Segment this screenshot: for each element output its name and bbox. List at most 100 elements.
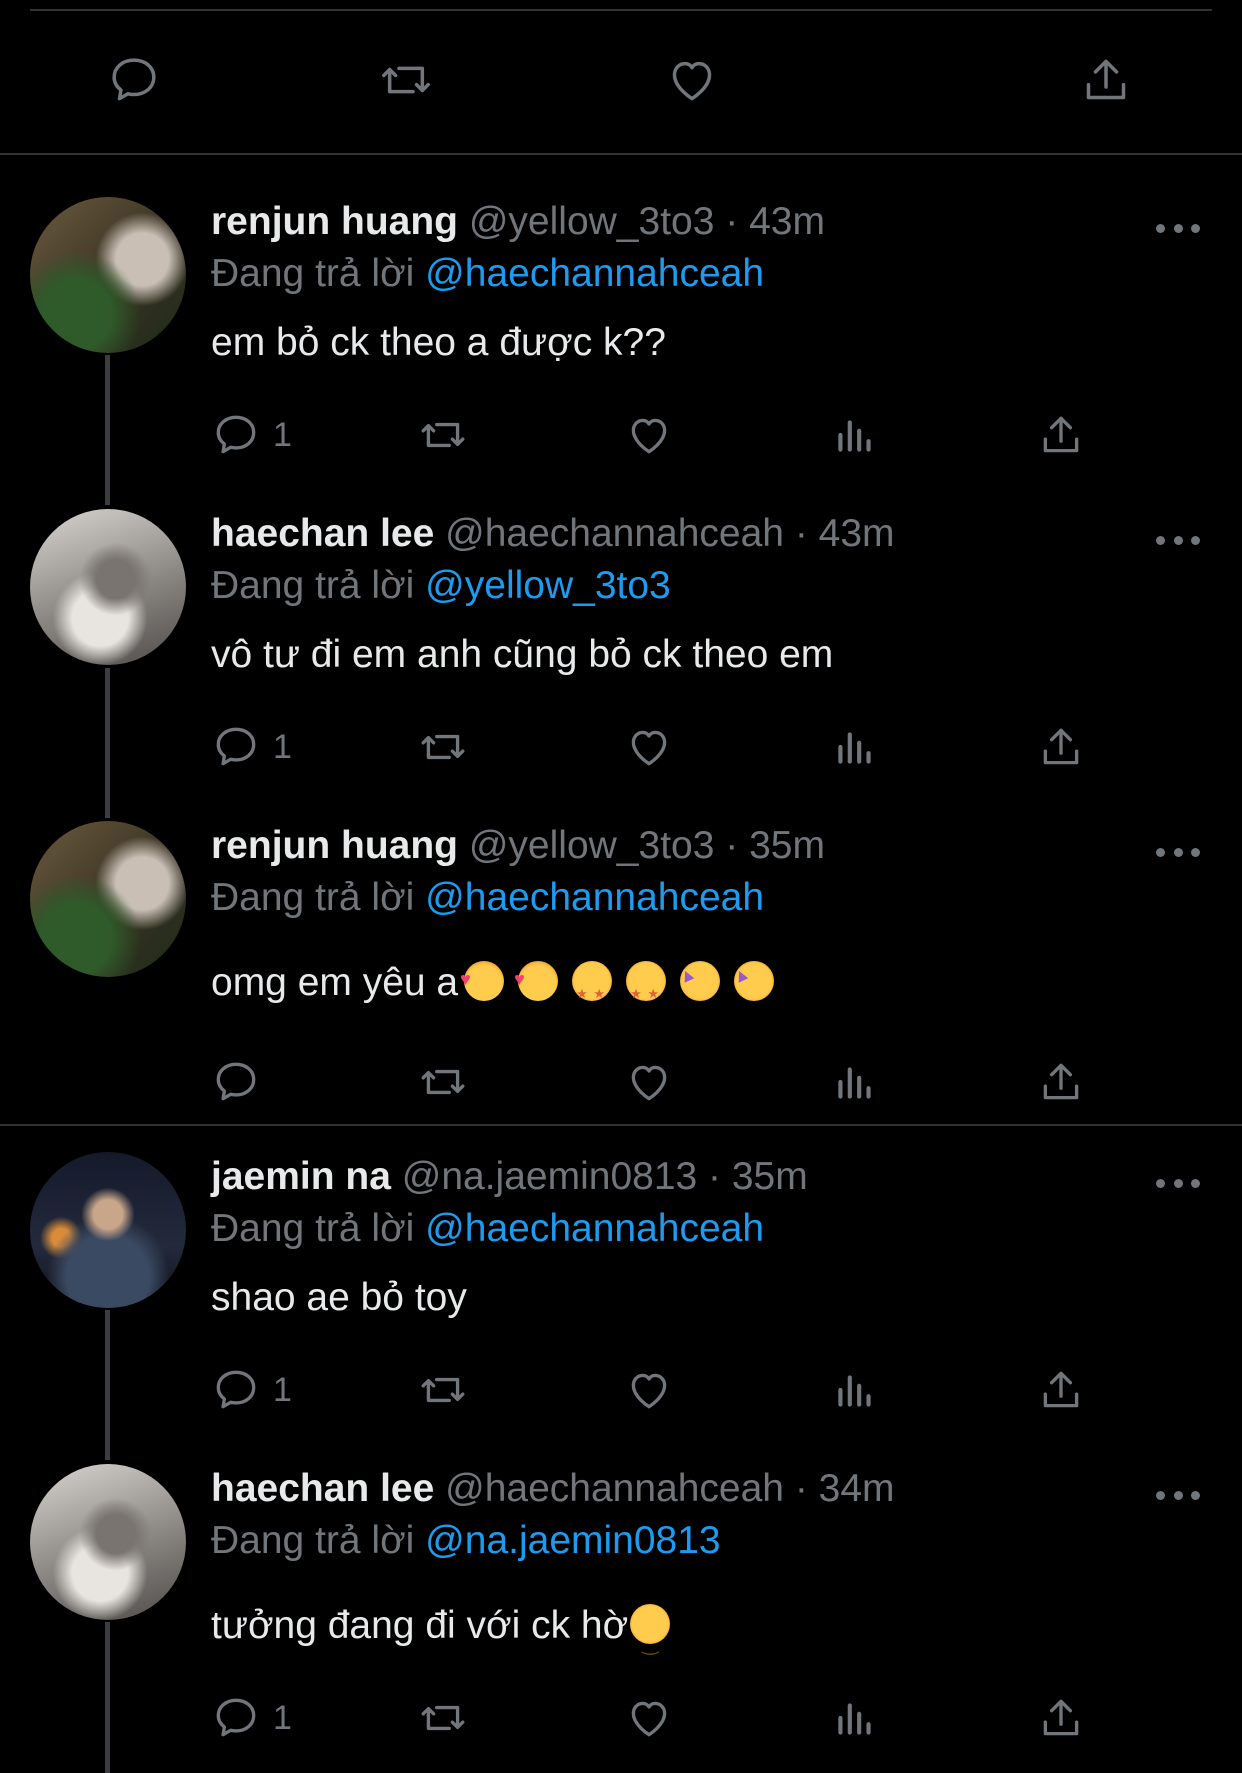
reply-count: 1 [273, 415, 292, 454]
replying-to: Đang trả lời @yellow_3to3 [211, 563, 671, 609]
retweet-icon[interactable] [416, 1362, 470, 1418]
smiling-face-with-hearts-emoji [514, 955, 559, 1003]
replying-to: Đang trả lời @haechannahceah [211, 875, 764, 921]
replying-to-label: Đang trả lời [211, 252, 415, 295]
mention-link[interactable]: @haechannahceah [425, 252, 764, 295]
parent-tweet-actions [0, 40, 1242, 120]
replying-to-label: Đang trả lời [211, 1519, 415, 1562]
tweet-header: haechan lee @haechannahceah · 43m [211, 511, 895, 557]
display-name[interactable]: haechan lee [211, 512, 434, 555]
star-struck-emoji [626, 961, 667, 1018]
mention-link[interactable]: @na.jaemin0813 [425, 1519, 720, 1562]
views-icon[interactable] [830, 1690, 880, 1746]
retweet-icon[interactable] [416, 407, 470, 463]
avatar[interactable] [30, 821, 186, 977]
tweet-text: omg em yêu a [211, 955, 775, 1018]
views-icon[interactable] [830, 1362, 880, 1418]
mention-link[interactable]: @haechannahceah [425, 876, 764, 919]
more-options-icon[interactable] [1156, 845, 1200, 859]
tweet[interactable]: renjun huang @yellow_3to3 · 35m Đang trả… [0, 821, 1242, 1121]
smiling-face-with-hearts-emoji [460, 955, 505, 1003]
reply-button[interactable]: 1 [211, 1690, 292, 1746]
timestamp[interactable]: · 35m [725, 824, 825, 867]
top-divider [30, 9, 1212, 11]
retweet-icon[interactable] [366, 40, 446, 120]
reply-button[interactable] [211, 1054, 273, 1110]
retweet-icon[interactable] [416, 1690, 470, 1746]
like-icon[interactable] [624, 1054, 674, 1110]
display-name[interactable]: jaemin na [211, 1155, 391, 1198]
tweet-text: vô tư đi em anh cũng bỏ ck theo em [211, 633, 834, 676]
avatar[interactable] [30, 1464, 186, 1620]
timestamp[interactable]: · 35m [708, 1155, 808, 1198]
avatar[interactable] [30, 509, 186, 665]
retweet-icon[interactable] [416, 1054, 470, 1110]
display-name[interactable]: renjun huang [211, 200, 458, 243]
partying-face-emoji [680, 961, 721, 1001]
handle[interactable]: @na.jaemin0813 [402, 1155, 697, 1198]
more-options-icon[interactable] [1156, 1488, 1200, 1502]
replying-to: Đang trả lời @na.jaemin0813 [211, 1518, 721, 1564]
share-icon[interactable] [1036, 719, 1086, 775]
like-icon[interactable] [652, 40, 732, 120]
views-icon[interactable] [830, 1054, 880, 1110]
replying-to-label: Đang trả lời [211, 876, 415, 919]
like-icon[interactable] [624, 1690, 674, 1746]
reply-button[interactable]: 1 [211, 407, 292, 463]
timestamp[interactable]: · 43m [795, 512, 895, 555]
views-icon[interactable] [830, 407, 880, 463]
avatar[interactable] [30, 197, 186, 353]
tweet[interactable]: renjun huang @yellow_3to3 · 43m Đang trả… [0, 197, 1242, 467]
replying-to-label: Đang trả lời [211, 1207, 415, 1250]
mention-link[interactable]: @yellow_3to3 [425, 564, 671, 607]
views-icon[interactable] [830, 719, 880, 775]
section-divider [0, 153, 1242, 155]
share-icon[interactable] [1036, 1054, 1086, 1110]
reply-button[interactable]: 1 [211, 1362, 292, 1418]
star-struck-emoji [572, 961, 613, 1018]
reply-count: 1 [273, 727, 292, 766]
tweet-text-content: tưởng đang đi với ck hờ [211, 1604, 629, 1647]
replying-to-label: Đang trả lời [211, 564, 415, 607]
handle[interactable]: @haechannahceah [445, 512, 784, 555]
timestamp[interactable]: · 43m [725, 200, 825, 243]
reply-count: 1 [273, 1370, 292, 1409]
tweet-text: tưởng đang đi với ck hờ [211, 1602, 671, 1668]
tweet[interactable]: jaemin na @na.jaemin0813 · 35m Đang trả … [0, 1152, 1242, 1422]
reply-icon[interactable] [94, 40, 174, 120]
avatar[interactable] [30, 1152, 186, 1308]
display-name[interactable]: renjun huang [211, 824, 458, 867]
like-icon[interactable] [624, 1362, 674, 1418]
share-icon[interactable] [1036, 407, 1086, 463]
more-options-icon[interactable] [1156, 533, 1200, 547]
tweet-header: haechan lee @haechannahceah · 34m [211, 1466, 895, 1512]
share-icon[interactable] [1066, 40, 1146, 120]
like-icon[interactable] [624, 719, 674, 775]
section-divider [0, 1124, 1242, 1126]
more-options-icon[interactable] [1156, 221, 1200, 235]
like-icon[interactable] [624, 407, 674, 463]
tweet-header: renjun huang @yellow_3to3 · 35m [211, 823, 825, 869]
reply-button[interactable]: 1 [211, 719, 292, 775]
tweet-text-content: omg em yêu a [211, 961, 459, 1004]
retweet-icon[interactable] [416, 719, 470, 775]
tweet[interactable]: haechan lee @haechannahceah · 34m Đang t… [0, 1464, 1242, 1764]
partying-face-emoji [734, 961, 775, 1001]
tweet-text: em bỏ ck theo a được k?? [211, 321, 666, 364]
display-name[interactable]: haechan lee [211, 1467, 434, 1510]
handle[interactable]: @yellow_3to3 [469, 200, 715, 243]
handle[interactable]: @yellow_3to3 [469, 824, 715, 867]
mention-link[interactable]: @haechannahceah [425, 1207, 764, 1250]
tweet-actions: 1 [0, 1362, 1242, 1418]
handle[interactable]: @haechannahceah [445, 1467, 784, 1510]
smirking-face-emoji [630, 1604, 671, 1668]
replying-to: Đang trả lời @haechannahceah [211, 1206, 764, 1252]
reply-icon [216, 415, 256, 454]
share-icon[interactable] [1036, 1362, 1086, 1418]
share-icon[interactable] [1036, 1690, 1086, 1746]
timestamp[interactable]: · 34m [795, 1467, 895, 1510]
tweet-header: renjun huang @yellow_3to3 · 43m [211, 199, 825, 245]
more-options-icon[interactable] [1156, 1176, 1200, 1190]
tweet[interactable]: haechan lee @haechannahceah · 43m Đang t… [0, 509, 1242, 779]
tweet-header: jaemin na @na.jaemin0813 · 35m [211, 1154, 808, 1200]
